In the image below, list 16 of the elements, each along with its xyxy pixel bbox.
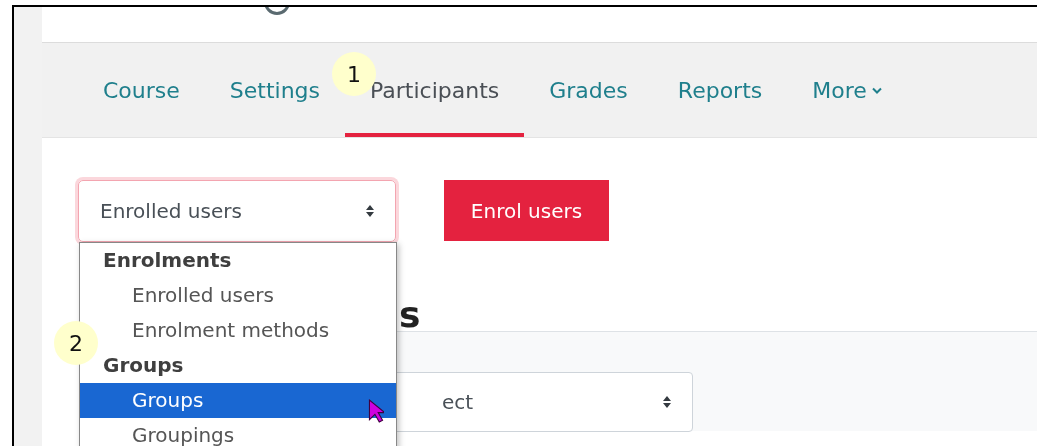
nav-tab[interactable]: Grades: [524, 43, 653, 137]
dropdown-option[interactable]: Enrolled users: [80, 278, 396, 313]
chevron-down-icon: [871, 86, 882, 94]
view-select[interactable]: Enrolled users: [78, 180, 396, 242]
dropdown-option[interactable]: Groups: [80, 383, 396, 418]
option-group-label: Enrolments: [102, 247, 233, 274]
option-group-label: Groups: [102, 352, 185, 379]
nav-tab[interactable]: Course: [78, 43, 205, 137]
mouse-cursor-icon: [368, 399, 384, 423]
enrol-users-button[interactable]: Enrol users: [444, 180, 609, 241]
nav-tab[interactable]: More: [787, 43, 907, 137]
sort-arrows-icon: [662, 395, 672, 409]
page-heading: s: [399, 300, 422, 330]
sort-arrows-icon: [365, 204, 375, 218]
nav-tab[interactable]: Reports: [652, 43, 788, 137]
step-number-tooltip: 2: [54, 321, 98, 365]
